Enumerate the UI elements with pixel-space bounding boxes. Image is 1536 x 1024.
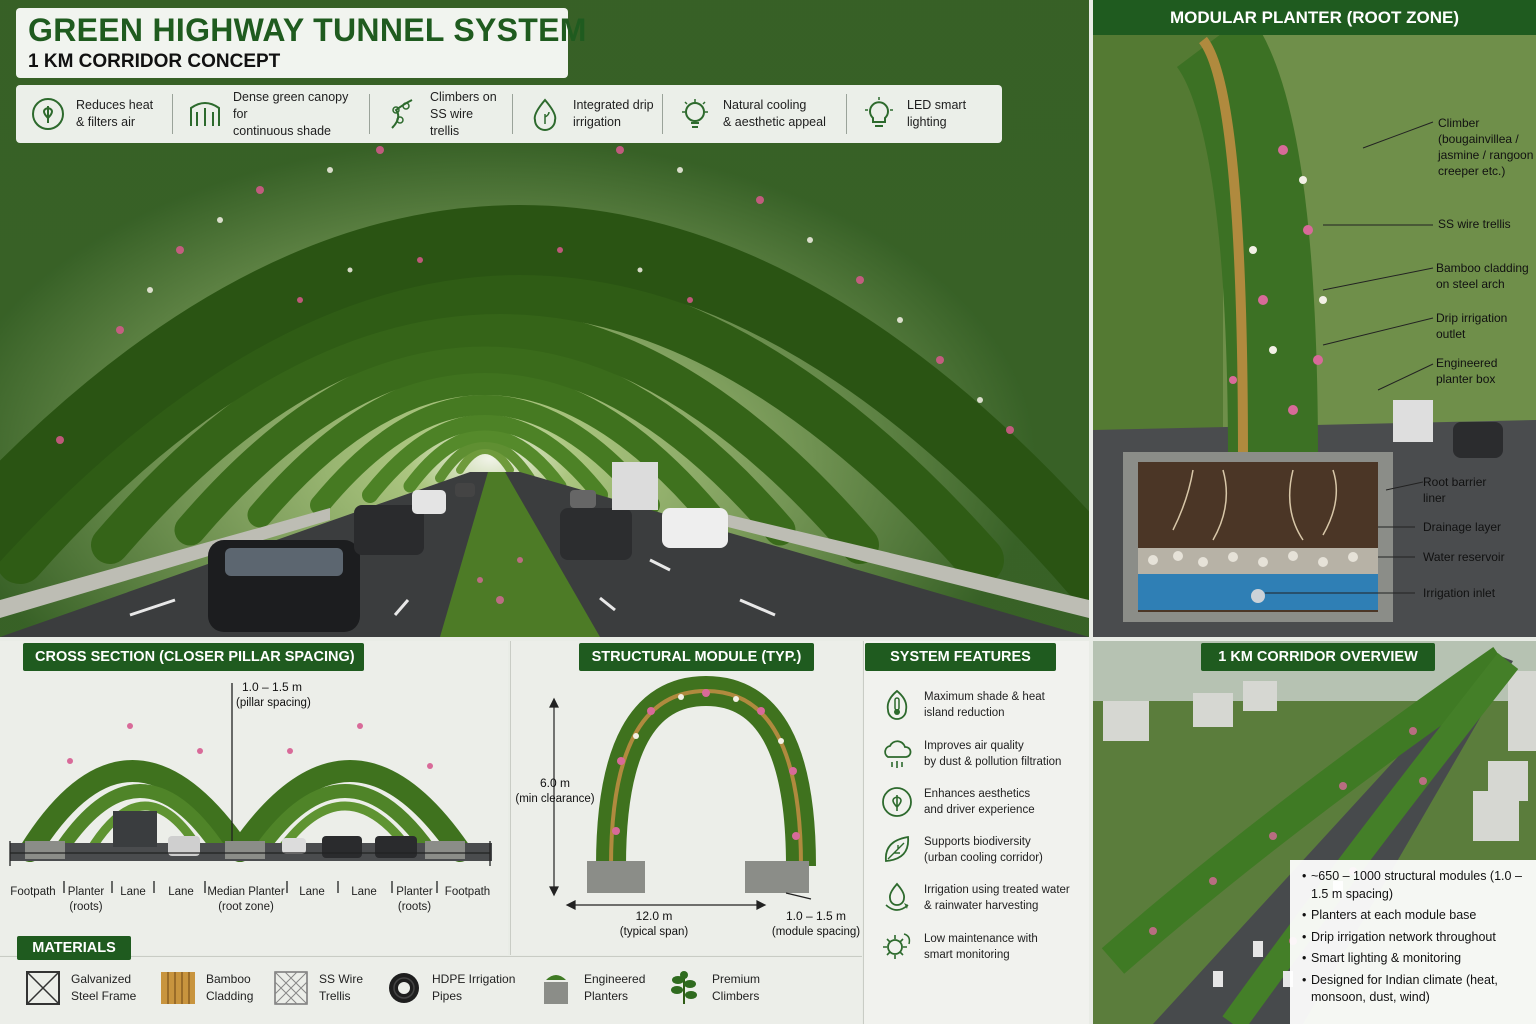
label-footpath-left: Footpath	[10, 886, 56, 898]
corridor-overview-title: 1 KM CORRIDOR OVERVIEW	[1201, 643, 1435, 671]
module-spacing-value: 1.0 – 1.5 m	[785, 909, 847, 923]
label-lane-3: Lane	[299, 886, 325, 898]
cross-section-panel: CROSS SECTION (CLOSER PILLAR SPACING) 1.…	[0, 641, 508, 955]
callout-drip-outlet: Drip irrigation outlet	[1436, 311, 1508, 341]
material-steel-frame: Galvanized Steel Frame	[25, 968, 136, 1008]
feature-biodiversity: Supports biodiversity (urban cooling corr…	[880, 833, 1080, 867]
material-planters: Engineered Planters	[538, 968, 645, 1008]
material-bamboo: Bamboo Cladding	[160, 968, 253, 1008]
planter-box-icon	[544, 975, 568, 1004]
structural-module-panel: STRUCTURAL MODULE (TYP.) 6.0 m (min clea…	[510, 641, 862, 955]
benefit-lighting: LED smart lighting	[847, 94, 997, 134]
callout-trellis: SS wire trellis	[1438, 217, 1511, 231]
feature-aesthetics: Enhances aesthetics and driver experience	[880, 785, 1080, 819]
list-item: Planters at each module base	[1302, 907, 1526, 925]
biodiversity-leaf-icon	[885, 835, 909, 862]
benefit-climbers: Climbers on SS wire trellis	[370, 90, 513, 138]
maintenance-gear-icon	[883, 933, 911, 959]
benefit-irrigation: Integrated drip irrigation	[513, 94, 663, 134]
hero-tunnel-rendering: GREEN HIGHWAY TUNNEL SYSTEM 1 KM CORRIDO…	[0, 0, 1089, 637]
label-lane-1: Lane	[120, 886, 146, 898]
callout-drainage: Drainage layer	[1423, 520, 1502, 534]
list-item: Smart lighting & monitoring	[1302, 950, 1526, 968]
steel-frame-icon	[26, 971, 60, 1005]
module-height-note: (min clearance)	[515, 793, 595, 805]
canopy-icon	[190, 102, 220, 126]
benefit-cooling: Natural cooling & aesthetic appeal	[663, 94, 847, 134]
leaf-circle-icon	[882, 787, 912, 817]
title-card: GREEN HIGHWAY TUNNEL SYSTEM 1 KM CORRIDO…	[16, 8, 586, 78]
benefit-text: Integrated drip irrigation	[573, 98, 654, 129]
cooling-bulb-icon	[682, 99, 708, 128]
material-climbers: Premium Climbers	[666, 968, 760, 1008]
page-subtitle: 1 KM CORRIDOR CONCEPT	[28, 51, 281, 72]
material-hdpe-pipes: HDPE Irrigation Pipes	[386, 968, 515, 1008]
thermometer-leaf-icon	[886, 689, 908, 720]
pipe-coil-icon	[389, 973, 419, 1003]
label-median-planter: Median Planter (root zone)	[207, 886, 285, 913]
callout-planter-box: Engineered planter box	[1436, 356, 1498, 386]
system-features-title: SYSTEM FEATURES	[865, 643, 1056, 671]
label-lane-2: Lane	[168, 886, 194, 898]
planter-title: MODULAR PLANTER (ROOT ZONE)	[1093, 0, 1536, 35]
materials-title: MATERIALS	[17, 936, 131, 960]
callout-reservoir: Water reservoir	[1423, 550, 1505, 564]
pillar-spacing-note: (pillar spacing)	[236, 697, 311, 709]
module-height-value: 6.0 m	[539, 776, 570, 790]
benefit-text: Reduces heat & filters air	[76, 98, 154, 129]
benefit-bar: Reduces heat & filters air Dense green ca…	[16, 85, 1002, 143]
label-footpath-right: Footpath	[444, 886, 491, 898]
benefit-canopy: Dense green canopy for continuous shade	[173, 90, 370, 138]
callout-root-barrier: Root barrier liner	[1423, 475, 1487, 505]
label-lane-4: Lane	[351, 886, 377, 898]
corridor-facts-list: ~650 – 1000 structural modules (1.0 – 1.…	[1290, 860, 1536, 1024]
led-bulb-icon	[865, 97, 893, 127]
callout-climber: Climber (bougainvillea / jasmine / rango…	[1438, 116, 1534, 178]
benefit-text: Natural cooling & aesthetic appeal	[723, 98, 826, 129]
bamboo-icon	[161, 972, 195, 1004]
cloud-filter-icon	[884, 740, 912, 768]
cross-section-title: CROSS SECTION (CLOSER PILLAR SPACING)	[23, 643, 364, 671]
callout-irrigation-inlet: Irrigation inlet	[1423, 586, 1496, 600]
callout-bamboo: Bamboo cladding on steel arch	[1436, 261, 1529, 291]
water-recycle-icon	[885, 882, 909, 911]
benefit-text: LED smart lighting	[907, 98, 967, 129]
feature-maintenance: Low maintenance with smart monitoring	[880, 930, 1080, 964]
leaf-icon	[32, 98, 64, 130]
module-spacing-note: (module spacing)	[771, 926, 861, 938]
feature-shade: Maximum shade & heat island reduction	[880, 688, 1080, 722]
list-item: Drip irrigation network throughout	[1302, 929, 1526, 947]
benefit-text: Climbers on SS wire trellis	[430, 89, 497, 138]
feature-irrigation: Irrigation using treated water & rainwate…	[880, 881, 1080, 915]
module-span-value: 12.0 m	[635, 909, 673, 923]
feature-air-quality: Improves air quality by dust & pollution …	[880, 737, 1080, 771]
label-planter-left: Planter (roots)	[67, 886, 105, 913]
structural-module-title: STRUCTURAL MODULE (TYP.)	[579, 643, 814, 671]
climber-icon	[391, 99, 413, 129]
pillar-spacing-value: 1.0 – 1.5 m	[242, 680, 303, 694]
page-title: GREEN HIGHWAY TUNNEL SYSTEM	[28, 12, 587, 48]
module-span-note: (typical span)	[619, 926, 689, 938]
benefit-text: Dense green canopy for continuous shade	[233, 89, 349, 138]
benefit-heat: Reduces heat & filters air	[16, 94, 173, 134]
modular-planter-panel: MODULAR PLANTER (ROOT ZONE) Climber (bou…	[1093, 0, 1536, 637]
list-item: ~650 – 1000 structural modules (1.0 – 1.…	[1302, 868, 1526, 903]
water-drop-icon	[533, 98, 557, 131]
climber-plant-icon	[671, 971, 697, 1004]
wire-mesh-icon	[274, 971, 308, 1005]
list-item: Designed for Indian climate (heat, monso…	[1302, 972, 1526, 1007]
material-wire-trellis: SS Wire Trellis	[273, 968, 363, 1008]
label-planter-right: Planter (roots)	[396, 886, 433, 913]
